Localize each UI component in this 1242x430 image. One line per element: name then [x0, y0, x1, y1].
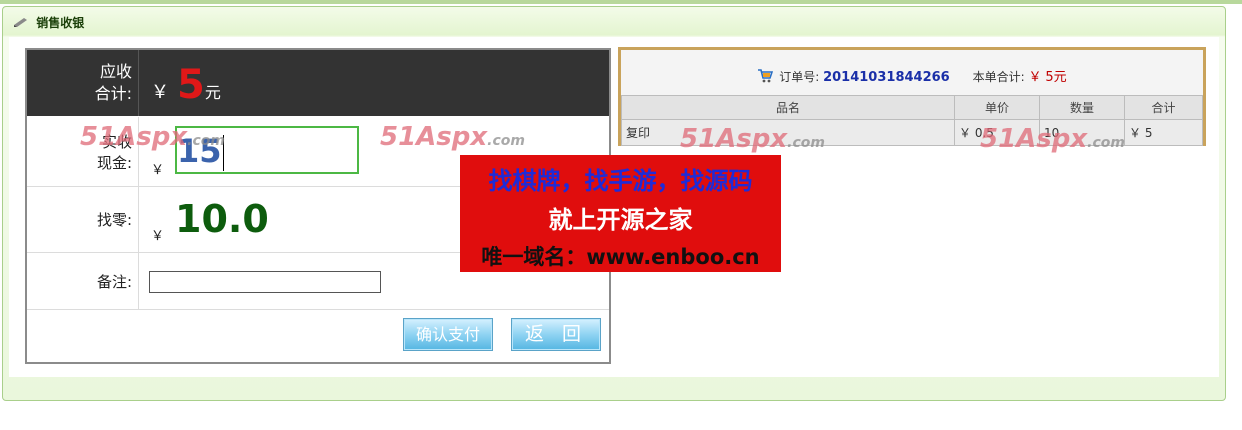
ad-line3: 唯一域名：www.enboo.cn [481, 245, 760, 269]
ad-banner[interactable]: 找棋牌，找手游，找源码 就上开源之家 唯一域名：www.enboo.cn [460, 155, 781, 272]
subtotal-amount: 5元 [1045, 70, 1067, 85]
total-label: 应收 合计: [27, 50, 139, 116]
subtotal-label: 本单合计: [972, 70, 1025, 84]
change-label: 找零: [27, 187, 139, 252]
total-value: ￥ 5元 [151, 62, 221, 108]
table-row: 复印 ￥ 0.5 10 ￥ 5 [621, 119, 1203, 146]
table-cell: ￥ 5 [1124, 119, 1203, 146]
table-header-row: 品名 单价 数量 合计 [621, 95, 1203, 120]
table-cell: ￥ 0.5 [954, 119, 1040, 146]
remark-input[interactable] [149, 271, 381, 293]
remark-label: 备注: [27, 253, 139, 309]
confirm-payment-button[interactable]: 确认支付 [403, 318, 493, 351]
column-header: 合计 [1124, 95, 1203, 120]
order-header: 订单号: 20141031844266 本单合计: ￥ 5元 [621, 66, 1203, 86]
table-cell: 复印 [621, 119, 955, 146]
order-number: 20141031844266 [823, 70, 950, 85]
column-header: 单价 [954, 95, 1040, 120]
total-row: 应收 合计: ￥ 5元 [27, 50, 609, 116]
total-label-line1: 应收 [99, 62, 132, 81]
ad-line2: 就上开源之家 [548, 206, 693, 234]
back-button[interactable]: 返 回 [511, 318, 601, 351]
text-caret [222, 135, 224, 171]
panel-header: 销售收银 [13, 15, 84, 31]
ad-line1: 找棋牌，找手游，找源码 [488, 167, 753, 195]
cash-label-line1: 实收 [101, 132, 132, 151]
cash-input-value: 15 [177, 132, 222, 170]
table-cell: 10 [1039, 119, 1125, 146]
cash-input[interactable]: 15 [175, 126, 359, 174]
order-items-table: 品名 单价 数量 合计 复印 ￥ 0.5 10 ￥ 5 [621, 95, 1203, 146]
column-header: 数量 [1039, 95, 1125, 120]
top-border [0, 0, 1242, 4]
total-amount: 5 [177, 62, 205, 108]
cash-label-line2: 现金: [96, 153, 132, 172]
order-summary: 订单号: 20141031844266 本单合计: ￥ 5元 品名 单价 数量 … [618, 47, 1206, 146]
total-unit: 元 [204, 83, 221, 102]
button-row: 确认支付 返 回 [27, 310, 609, 362]
cash-currency: ￥ [151, 163, 165, 178]
change-currency: ￥ [151, 229, 165, 244]
change-value: 10.0 [175, 197, 269, 241]
total-currency: ￥ [151, 82, 169, 103]
total-label-line2: 合计: [94, 84, 132, 103]
subtotal-currency: ￥ [1028, 70, 1042, 85]
order-no-label: 订单号: [779, 70, 820, 84]
cash-label: 实收 现金: [27, 117, 139, 186]
pen-icon [13, 16, 29, 32]
column-header: 品名 [621, 95, 955, 120]
panel-title: 销售收银 [36, 16, 85, 30]
cart-icon [757, 69, 774, 86]
